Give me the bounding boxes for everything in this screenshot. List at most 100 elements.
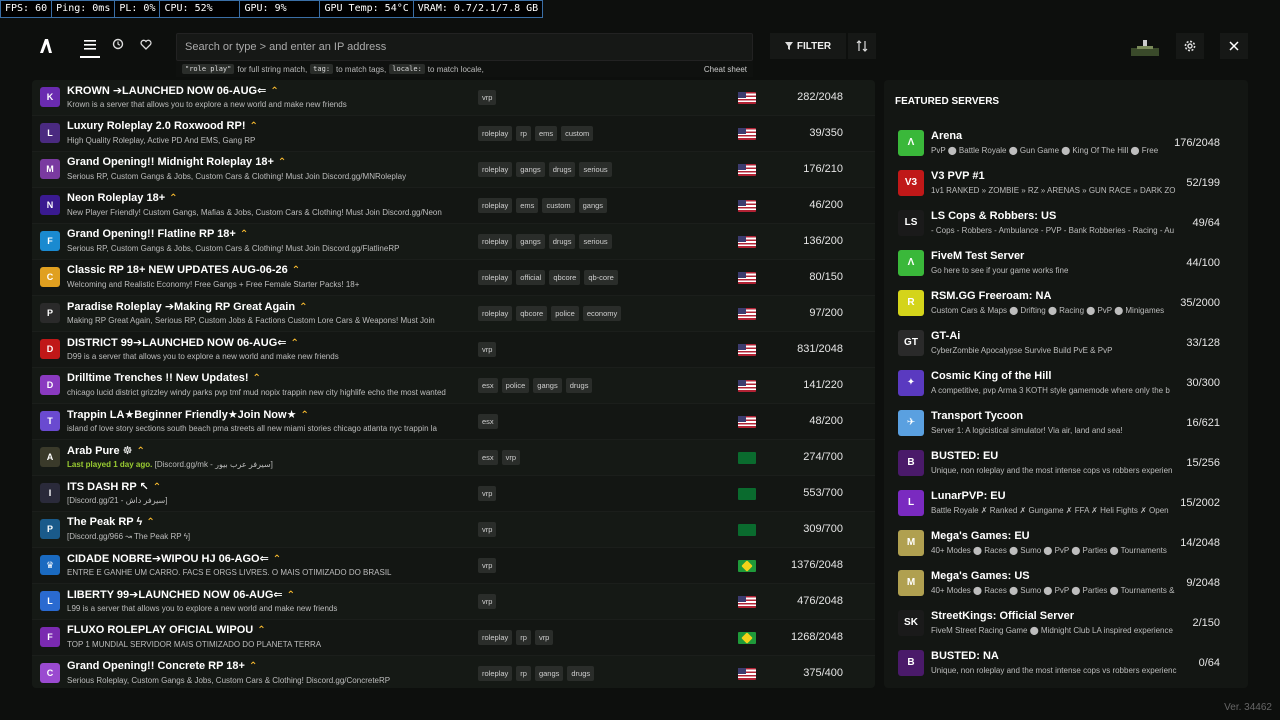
search-box[interactable]: [176, 33, 753, 61]
featured-server-row[interactable]: GT GT-Ai CyberZombie Apocalypse Survive Bu…: [884, 323, 1248, 363]
tag-chip[interactable]: roleplay: [478, 126, 513, 141]
tag-chip[interactable]: serious: [579, 234, 612, 249]
cheat-sheet-link[interactable]: Cheat sheet: [704, 65, 747, 74]
tag-chip[interactable]: rp: [516, 630, 531, 645]
featured-server-row[interactable]: SK StreetKings: Official Server FiveM Stre…: [884, 603, 1248, 643]
featured-server-row[interactable]: Λ FiveM Test Server Go here to see if your…: [884, 243, 1248, 283]
tag-chip[interactable]: roleplay: [478, 666, 513, 681]
server-row[interactable]: D Drilltime Trenches !! New Updates! ⌃ chic…: [32, 368, 875, 404]
tag-chip[interactable]: roleplay: [478, 306, 513, 321]
tag-chip[interactable]: drugs: [567, 666, 595, 681]
tag-chip[interactable]: drugs: [548, 234, 576, 249]
boost-chevron-icon: ⌃: [272, 554, 282, 565]
tag-chip[interactable]: serious: [579, 162, 612, 177]
locale-flag-icon: [738, 632, 756, 644]
server-row[interactable]: F FLUXO ROLEPLAY OFICIAL WIPOU ⌃ TOP 1 MUND…: [32, 620, 875, 656]
tag-chip[interactable]: gangs: [534, 666, 564, 681]
tag-chip[interactable]: vrp: [478, 342, 497, 357]
server-row[interactable]: L Luxury Roleplay 2.0 Roxwood RP! ⌃ High Qu…: [32, 116, 875, 152]
tag-chip[interactable]: esx: [478, 450, 498, 465]
tag-chip[interactable]: roleplay: [478, 630, 513, 645]
tag-chip[interactable]: vrp: [478, 486, 497, 501]
tag-chip[interactable]: vrp: [534, 630, 554, 645]
tag-chip[interactable]: gangs: [516, 162, 545, 177]
featured-server-description: Battle Royale ✗ Ranked ✗ Gungame ✗ FFA ✗…: [931, 506, 1169, 515]
tag-chip[interactable]: custom: [561, 126, 594, 141]
settings-gear-icon[interactable]: [1176, 33, 1204, 59]
server-row[interactable]: I ITS DASH RP ↖ ⌃ [Discord.gg/21 - سيرفر دا…: [32, 476, 875, 512]
tag-chip[interactable]: esx: [478, 414, 498, 429]
filter-button[interactable]: FILTER: [770, 33, 846, 59]
game-thumbnail-icon[interactable]: [1130, 33, 1160, 59]
featured-server-row[interactable]: B BUSTED: NA Unique, non roleplay and the …: [884, 643, 1248, 683]
favorites-heart-icon[interactable]: [136, 38, 156, 54]
featured-server-row[interactable]: M Mega's Games: EU 40+ Modes ⬤ Races ⬤ Sum…: [884, 523, 1248, 563]
hint-text: to match locale,: [427, 64, 484, 74]
tag-chip[interactable]: custom: [542, 198, 575, 213]
server-description: island of love story sections south beac…: [67, 424, 464, 433]
filter-funnel-icon: [784, 42, 793, 50]
tag-chip[interactable]: rp: [516, 666, 531, 681]
server-row[interactable]: D DISTRICT 99➔LAUNCHED NOW 06-AUG⇐ ⌃ D99 is…: [32, 332, 875, 368]
history-icon[interactable]: [108, 38, 128, 54]
featured-server-row[interactable]: L LunarPVP: EU Battle Royale ✗ Ranked ✗ Gu…: [884, 483, 1248, 523]
tag-chip[interactable]: gangs: [578, 198, 608, 213]
server-row[interactable]: A Arab Pure ☸ ⌃ Last played 1 day ago. [Dis…: [32, 440, 875, 476]
close-icon[interactable]: [1220, 33, 1248, 59]
servers-list-icon[interactable]: [80, 38, 100, 58]
hint-text: for full string match,: [237, 64, 308, 74]
featured-server-row[interactable]: V3 V3 PVP #1 1v1 RANKED » ZOMBIE » RZ » AR…: [884, 163, 1248, 203]
tag-chip[interactable]: economy: [582, 306, 622, 321]
server-row[interactable]: K KROWN ➔LAUNCHED NOW 06-AUG⇐ ⌃ Krown is a …: [32, 80, 875, 116]
tag-chip[interactable]: drugs: [565, 378, 593, 393]
featured-server-row[interactable]: ✦ Cosmic King of the Hill A competitive, p…: [884, 363, 1248, 403]
tag-chip[interactable]: police: [551, 306, 579, 321]
server-name: Grand Opening!! Midnight Roleplay 18+ ⌃: [67, 156, 286, 168]
featured-server-row[interactable]: Λ Arena PvP ⬤ Battle Royale ⬤ Gun Game ⬤ K…: [884, 123, 1248, 163]
tag-chip[interactable]: gangs: [533, 378, 562, 393]
server-row[interactable]: M Grand Opening!! Midnight Roleplay 18+ ⌃ S…: [32, 152, 875, 188]
tag-chip[interactable]: gangs: [516, 234, 545, 249]
featured-server-row[interactable]: R RSM.GG Freeroam: NA Custom Cars & Maps ⬤…: [884, 283, 1248, 323]
server-row[interactable]: F Grand Opening!! Flatline RP 18+ ⌃ Serious…: [32, 224, 875, 260]
tag-chip[interactable]: ems: [534, 126, 558, 141]
sort-button[interactable]: [848, 33, 876, 59]
fivem-logo-icon[interactable]: [38, 38, 54, 54]
tag-chip[interactable]: roleplay: [478, 234, 513, 249]
server-row[interactable]: C Grand Opening!! Concrete RP 18+ ⌃ Serious…: [32, 656, 875, 688]
featured-player-count: 35/2000: [1180, 297, 1220, 309]
tag-chip[interactable]: official: [516, 270, 546, 285]
tag-chip[interactable]: vrp: [478, 90, 497, 105]
tag-chip[interactable]: roleplay: [478, 270, 513, 285]
locale-flag-icon: [738, 524, 756, 536]
tag-chip[interactable]: rp: [516, 126, 531, 141]
tag-chip[interactable]: police: [501, 378, 530, 393]
tag-chip[interactable]: vrp: [478, 594, 497, 609]
server-row[interactable]: L LIBERTY 99➔LAUNCHED NOW 06-AUG⇐ ⌃ L99 is …: [32, 584, 875, 620]
featured-server-name: Mega's Games: EU: [931, 530, 1030, 542]
server-row[interactable]: C Classic RP 18+ NEW UPDATES AUG-06-26 ⌃ We…: [32, 260, 875, 296]
featured-server-row[interactable]: LS LS Cops & Robbers: US - Cops - Robbers …: [884, 203, 1248, 243]
tag-chip[interactable]: qb-core: [584, 270, 618, 285]
tag-chip[interactable]: qbcore: [516, 306, 548, 321]
tag-chip[interactable]: drugs: [548, 162, 576, 177]
featured-server-row[interactable]: B BUSTED: EU Unique, non roleplay and the …: [884, 443, 1248, 483]
server-description-text: Serious RP, Custom Gangs & Jobs, Custom …: [67, 172, 407, 181]
featured-server-row[interactable]: M Mega's Games: US 40+ Modes ⬤ Races ⬤ Sum…: [884, 563, 1248, 603]
server-row[interactable]: T Trappin LA★Beginner Friendly★Join Now★ ⌃…: [32, 404, 875, 440]
server-row[interactable]: P Paradise Roleplay ➔Making RP Great Agai…: [32, 296, 875, 332]
tag-chip[interactable]: vrp: [501, 450, 521, 465]
tag-chip[interactable]: roleplay: [478, 198, 513, 213]
featured-server-row[interactable]: ✈ Transport Tycoon Server 1: A logicistica…: [884, 403, 1248, 443]
server-row[interactable]: P The Peak RP ϟ ⌃ [Discord.gg/966 ↝ The Pea…: [32, 512, 875, 548]
tag-chip[interactable]: vrp: [478, 558, 497, 573]
server-tags: roleplay gangs drugs serious: [478, 162, 612, 177]
tag-chip[interactable]: qbcore: [549, 270, 581, 285]
tag-chip[interactable]: ems: [516, 198, 539, 213]
search-input[interactable]: [177, 34, 752, 60]
server-row[interactable]: ♛ CIDADE NOBRE➔WIPOU HJ 06-AGO⇐ ⌃ ENTRE E G…: [32, 548, 875, 584]
tag-chip[interactable]: roleplay: [478, 162, 513, 177]
tag-chip[interactable]: vrp: [478, 522, 497, 537]
server-row[interactable]: N Neon Roleplay 18+ ⌃ New Player Friendly! …: [32, 188, 875, 224]
tag-chip[interactable]: esx: [478, 378, 498, 393]
